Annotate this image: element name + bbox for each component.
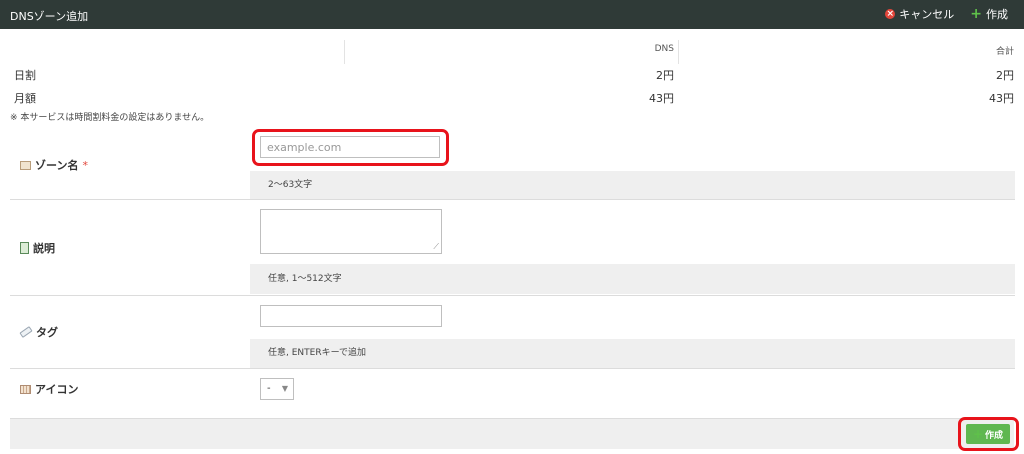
price-total-value: 43円 [989, 92, 1014, 105]
cancel-icon: × [885, 9, 896, 19]
description-label-text: 説明 [33, 242, 55, 255]
icon-label-text: アイコン [35, 383, 79, 396]
price-divider [678, 40, 679, 64]
zone-name-label-text: ゾーン名 [35, 159, 79, 172]
page-title: DNSゾーン追加 [10, 10, 89, 23]
create-button-top[interactable]: + 作成 [970, 6, 1008, 22]
icon-picker-icon [20, 384, 31, 394]
tags-hint: 任意, ENTERキーで追加 [250, 339, 1015, 368]
chevron-down-icon: ▼ [281, 384, 288, 393]
price-dns-value: 2円 [656, 69, 674, 82]
form-footer [10, 419, 1014, 449]
price-row-label: 日割 [14, 69, 36, 82]
cancel-label: キャンセル [899, 8, 955, 21]
form-row-description: 説明 ⟋ 任意, 1〜512文字 [10, 200, 1015, 296]
highlight-create-button [958, 417, 1019, 451]
tags-label-text: タグ [36, 326, 58, 339]
icon-select-value: - [267, 383, 271, 394]
titlebar: DNSゾーン追加 × キャンセル + 作成 [0, 0, 1024, 29]
icon-select[interactable]: - ▼ [260, 378, 294, 400]
price-total-value: 2円 [996, 69, 1014, 82]
description-icon [20, 242, 29, 254]
cancel-button[interactable]: × キャンセル [885, 6, 954, 22]
description-label: 説明 [20, 240, 55, 256]
pricing-note: ※ 本サービスは時間割料金の設定はありません。 [10, 113, 210, 123]
price-header-total: 合計 [995, 47, 1014, 57]
zone-icon [20, 160, 31, 170]
tags-label: タグ [19, 324, 58, 340]
resize-grip-icon[interactable]: ⟋ [433, 242, 439, 252]
zone-name-hint: 2〜63文字 [250, 171, 1015, 199]
required-mark: * [82, 158, 88, 172]
highlight-zone-name [252, 129, 449, 166]
tags-input[interactable] [260, 305, 442, 327]
price-dns-value: 43円 [649, 92, 674, 105]
form-row-zone-name: ゾーン名 * example.com 2〜63文字 [10, 125, 1015, 200]
create-label-top: 作成 [986, 8, 1008, 21]
form-row-icon: アイコン - ▼ [10, 369, 1015, 419]
titlebar-actions: × キャンセル + 作成 [885, 6, 1008, 22]
price-row-monthly: 月額 43円 43円 [10, 88, 1014, 106]
price-header-dns: DNS [654, 44, 674, 54]
plus-icon: + [970, 6, 982, 22]
tag-icon [19, 326, 33, 338]
price-divider [344, 40, 345, 64]
description-hint: 任意, 1〜512文字 [250, 264, 1015, 294]
zone-name-label: ゾーン名 * [20, 157, 88, 173]
icon-label: アイコン [20, 381, 78, 397]
form-row-tags: タグ 任意, ENTERキーで追加 [10, 296, 1015, 369]
price-row-label: 月額 [14, 92, 36, 105]
price-row-daily: 日割 2円 2円 [10, 65, 1014, 83]
description-textarea[interactable]: ⟋ [260, 209, 442, 254]
